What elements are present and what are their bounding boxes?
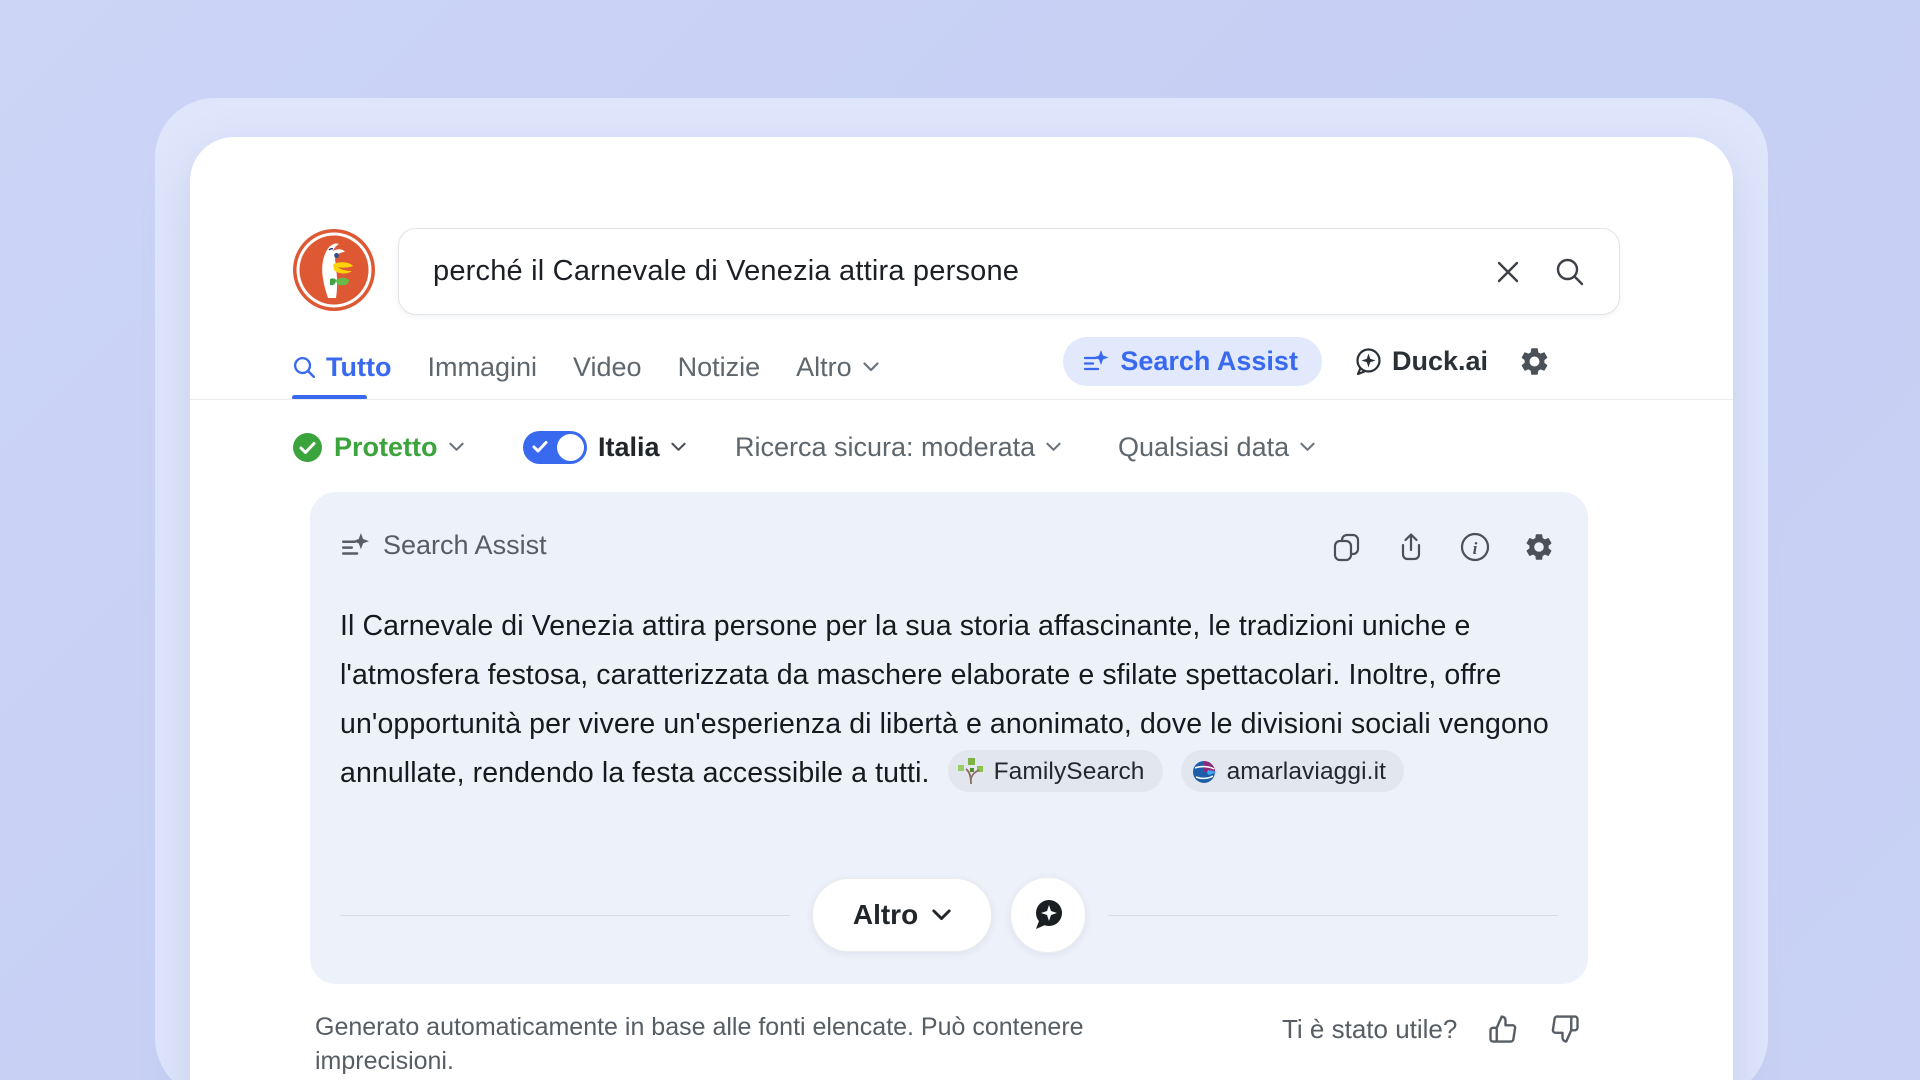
tab-notizie[interactable]: Notizie (678, 352, 761, 383)
safe-search-label: Ricerca sicura: moderata (735, 432, 1035, 463)
search-submit-button[interactable] (1539, 242, 1601, 302)
more-button-label: Altro (853, 899, 918, 931)
familysearch-tree-icon (958, 758, 985, 785)
serp-card: perché il Carnevale di Venezia attira pe… (190, 137, 1733, 1080)
gear-icon (1518, 345, 1551, 378)
copy-icon (1331, 531, 1363, 563)
result-tabs: Tutto Immagini Video Notizie Altro (292, 343, 879, 391)
tab-label: Video (573, 352, 642, 383)
feedback-row: Ti è stato utile? (1282, 1013, 1581, 1045)
search-input[interactable]: perché il Carnevale di Venezia attira pe… (433, 255, 1477, 288)
sparkle-list-icon (1081, 348, 1109, 376)
tab-label: Notizie (678, 352, 761, 383)
tab-label: Immagini (427, 352, 537, 383)
duckduckgo-logo[interactable] (292, 228, 376, 312)
magnifier-icon (1554, 256, 1586, 288)
assist-card-header: Search Assist (340, 530, 547, 561)
chevron-down-icon (863, 362, 879, 372)
tab-tutto[interactable]: Tutto (292, 352, 391, 383)
protection-filter[interactable]: Protetto (292, 422, 464, 472)
tabs-divider (190, 399, 1733, 400)
source-chip-label: amarlaviaggi.it (1227, 747, 1386, 796)
share-icon (1395, 531, 1427, 563)
assist-card-actions: i (1330, 530, 1556, 564)
source-chip-familysearch[interactable]: FamilySearch (948, 750, 1163, 792)
tab-altro[interactable]: Altro (796, 352, 879, 383)
thumbs-up-button[interactable] (1487, 1013, 1519, 1045)
divider (1108, 915, 1558, 916)
protection-label: Protetto (334, 432, 438, 463)
search-assist-label: Search Assist (1120, 346, 1298, 377)
chat-sparkle-icon (1352, 346, 1384, 378)
region-filter[interactable]: Italia (523, 422, 686, 472)
settings-button[interactable] (1518, 345, 1551, 378)
source-chip-amarlaviaggi[interactable]: amarlaviaggi.it (1181, 750, 1404, 792)
tab-video[interactable]: Video (573, 352, 642, 383)
divider (340, 915, 790, 916)
region-toggle[interactable] (523, 431, 587, 464)
chevron-down-icon (1300, 442, 1315, 452)
check-icon (532, 440, 548, 454)
copy-button[interactable] (1330, 530, 1364, 564)
info-icon: i (1459, 531, 1491, 563)
tabs-right-controls: Search Assist Duck.ai (1063, 337, 1551, 386)
assist-card-title: Search Assist (383, 530, 547, 561)
safe-search-filter[interactable]: Ricerca sicura: moderata (735, 422, 1061, 472)
thumbs-up-icon (1488, 1014, 1518, 1044)
magnifier-icon (292, 355, 317, 380)
region-label: Italia (598, 432, 660, 463)
gear-icon (1523, 531, 1555, 563)
filters-row: Protetto Italia Ricerca sicura: (190, 422, 1733, 472)
assist-card-footer: Altro (340, 876, 1558, 954)
chat-sparkle-filled-icon (1028, 895, 1068, 935)
tab-label: Tutto (326, 352, 391, 383)
assist-settings-button[interactable] (1522, 530, 1556, 564)
chevron-down-icon (1046, 442, 1061, 452)
check-circle-icon (292, 432, 323, 463)
thumbs-down-icon (1550, 1014, 1580, 1044)
duckduckgo-logo-icon (292, 228, 376, 312)
chevron-down-icon (449, 442, 464, 452)
date-filter[interactable]: Qualsiasi data (1118, 422, 1315, 472)
thumbs-down-button[interactable] (1549, 1013, 1581, 1045)
assist-answer: Il Carnevale di Venezia attira persone p… (340, 602, 1574, 798)
search-bar[interactable]: perché il Carnevale di Venezia attira pe… (398, 228, 1620, 315)
duck-ai-button[interactable]: Duck.ai (1352, 346, 1488, 378)
duck-ai-label: Duck.ai (1392, 346, 1488, 377)
source-chip-label: FamilySearch (994, 747, 1145, 796)
chevron-down-icon (932, 909, 951, 921)
chat-button[interactable] (1010, 877, 1086, 953)
feedback-question: Ti è stato utile? (1282, 1014, 1457, 1045)
info-button[interactable]: i (1458, 530, 1492, 564)
page: perché il Carnevale di Venezia attira pe… (0, 0, 1920, 1080)
share-button[interactable] (1394, 530, 1428, 564)
toggle-knob (557, 434, 584, 461)
tab-immagini[interactable]: Immagini (427, 352, 537, 383)
clear-search-button[interactable] (1477, 242, 1539, 302)
more-button[interactable]: Altro (812, 878, 992, 952)
sparkle-list-icon (340, 531, 370, 561)
tab-label: Altro (796, 352, 852, 383)
globe-favicon-icon (1191, 758, 1218, 785)
x-icon (1494, 258, 1522, 286)
search-assist-button[interactable]: Search Assist (1063, 337, 1322, 386)
chevron-down-icon (671, 442, 686, 452)
disclaimer-text: Generato automaticamente in base alle fo… (315, 1010, 1155, 1078)
search-assist-card: Search Assist (310, 492, 1588, 984)
svg-text:i: i (1473, 539, 1478, 558)
date-filter-label: Qualsiasi data (1118, 432, 1289, 463)
